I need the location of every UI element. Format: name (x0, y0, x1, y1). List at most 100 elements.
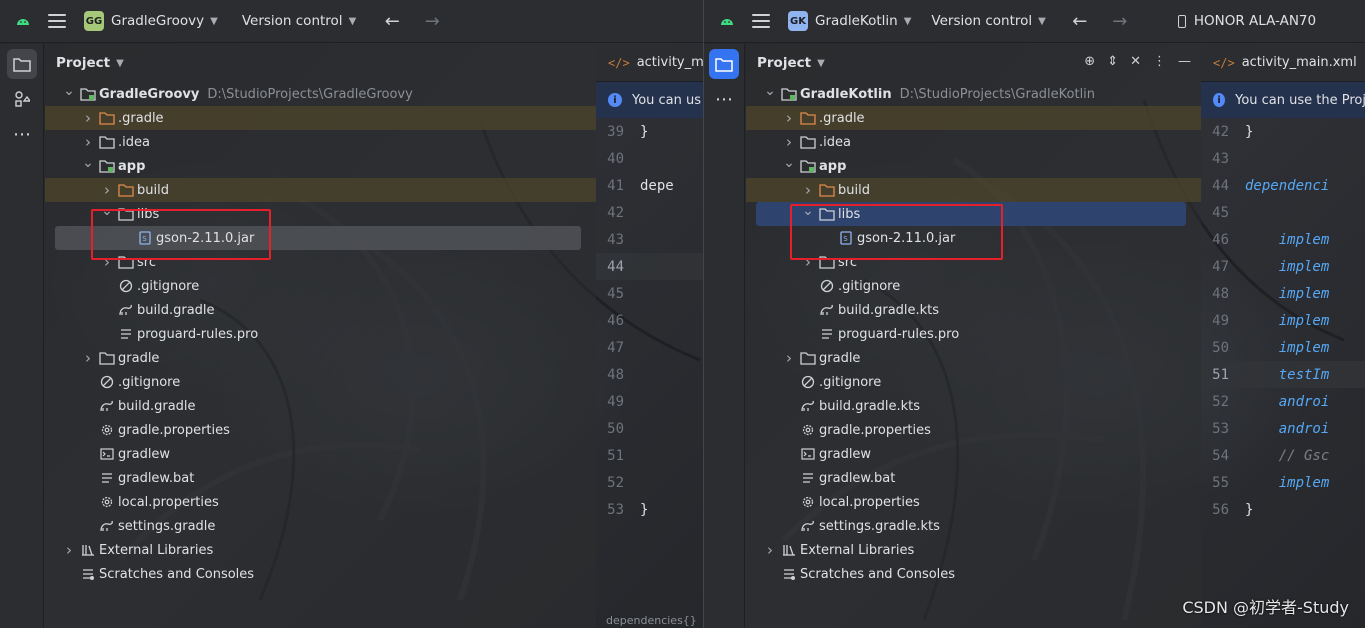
tree-item[interactable]: › gradle (45, 346, 596, 370)
project-badge-icon: GK (788, 11, 808, 31)
tree-item[interactable]: build.gradle (45, 394, 596, 418)
chevron-right-icon[interactable]: › (80, 109, 96, 127)
tree-item[interactable]: ⌄ GradleGroovy D:\StudioProjects\GradleGro… (45, 82, 596, 106)
tree-item[interactable]: › .gradle (45, 106, 596, 130)
tree-item[interactable]: ⌄ libs (45, 202, 596, 226)
tree-item[interactable]: Scratches and Consoles (45, 562, 596, 586)
tree-item[interactable]: .gitignore (45, 370, 596, 394)
main-menu-icon[interactable] (752, 14, 770, 28)
project-tool-icon[interactable] (7, 49, 37, 79)
collapse-all-icon[interactable]: ✕ (1130, 54, 1141, 69)
tree-item[interactable]: ⌄ app (45, 154, 596, 178)
project-panel-header[interactable]: Project ▼ (45, 44, 596, 82)
tree-item[interactable]: local.properties (746, 490, 1201, 514)
vcs-menu[interactable]: Version control ▼ (242, 0, 356, 43)
tree-item[interactable]: gradlew (45, 442, 596, 466)
tree-item[interactable]: gradlew.bat (746, 466, 1201, 490)
tree-item[interactable]: .gitignore (746, 274, 1201, 298)
folder-icon (800, 350, 816, 366)
project-switcher[interactable]: GG GradleGroovy ▼ (84, 0, 218, 43)
tree-item[interactable]: › src (45, 250, 596, 274)
tree-item[interactable]: local.properties (45, 490, 596, 514)
tree-item[interactable]: ⌄ GradleKotlin D:\StudioProjects\GradleKot… (746, 82, 1201, 106)
more-tools-icon[interactable]: ⋯ (7, 119, 37, 149)
tree-item[interactable]: › build (746, 178, 1201, 202)
locate-icon[interactable]: ⊕ (1084, 54, 1095, 69)
tree-item-label: build.gradle (137, 302, 215, 318)
code-line: 56} (1201, 496, 1365, 523)
jar-icon: S (137, 230, 153, 246)
tree-item[interactable]: › .idea (746, 130, 1201, 154)
chevron-down-icon[interactable]: ⌄ (762, 83, 778, 99)
tree-item-label: External Libraries (99, 542, 214, 558)
main-menu-icon[interactable] (48, 14, 66, 28)
chevron-right-icon[interactable]: › (800, 253, 816, 271)
chevron-right-icon[interactable]: › (99, 181, 115, 199)
code-line: 43 (1201, 145, 1365, 172)
tree-item[interactable]: Sgson-2.11.0.jar (55, 226, 581, 250)
chevron-down-icon[interactable]: ⌄ (781, 155, 797, 171)
tree-item[interactable]: build.gradle (45, 298, 596, 322)
project-tool-icon[interactable] (709, 49, 739, 79)
tree-item[interactable]: ⌄ libs (756, 202, 1186, 226)
tree-item[interactable]: › build (45, 178, 596, 202)
forward-arrow-icon[interactable]: → (418, 11, 446, 32)
structure-tool-icon[interactable] (7, 84, 37, 114)
chevron-down-icon[interactable]: ⌄ (80, 155, 96, 171)
project-switcher[interactable]: GK GradleKotlin ▼ (788, 0, 911, 43)
tree-item[interactable]: › External Libraries (746, 538, 1201, 562)
code-line: 54 // Gsc (1201, 442, 1365, 469)
tab-activity-main[interactable]: </> activity_mair (608, 55, 703, 70)
tree-item[interactable]: proguard-rules.pro (746, 322, 1201, 346)
tree-item[interactable]: Sgson-2.11.0.jar (746, 226, 1201, 250)
more-tools-icon[interactable]: ⋯ (709, 84, 739, 114)
code-editor[interactable]: 42} 43 44 dependenci 45 46 implem 47 implem 48 … (1201, 118, 1365, 523)
module-icon (80, 86, 96, 102)
chevron-right-icon[interactable]: › (781, 133, 797, 151)
chevron-right-icon[interactable]: › (781, 109, 797, 127)
tree-item[interactable]: settings.gradle (45, 514, 596, 538)
vcs-menu[interactable]: Version control ▼ (931, 0, 1045, 43)
tree-item[interactable]: build.gradle.kts (746, 298, 1201, 322)
tree-item[interactable]: Scratches and Consoles (746, 562, 1201, 586)
back-arrow-icon[interactable]: ← (1066, 11, 1094, 32)
tree-item[interactable]: › .idea (45, 130, 596, 154)
code-text: implem (1245, 312, 1330, 329)
options-icon[interactable]: ⋮ (1153, 54, 1166, 69)
chevron-down-icon[interactable]: ⌄ (800, 203, 816, 219)
tree-item[interactable]: build.gradle.kts (746, 394, 1201, 418)
tree-item[interactable]: › .gradle (746, 106, 1201, 130)
chevron-right-icon[interactable]: › (781, 349, 797, 367)
tree-item[interactable]: gradlew (746, 442, 1201, 466)
tree-item[interactable]: gradlew.bat (45, 466, 596, 490)
tree-item[interactable]: .gitignore (746, 370, 1201, 394)
code-text: implem (1245, 339, 1330, 356)
tree-item[interactable]: gradle.properties (746, 418, 1201, 442)
chevron-right-icon[interactable]: › (99, 253, 115, 271)
folder-icon (118, 254, 134, 270)
chevron-right-icon[interactable]: › (80, 349, 96, 367)
tree-item[interactable]: ⌄ app (746, 154, 1201, 178)
chevron-down-icon[interactable]: ⌄ (99, 203, 115, 219)
forward-arrow-icon[interactable]: → (1106, 11, 1134, 32)
hide-icon[interactable]: — (1178, 54, 1191, 69)
chevron-right-icon[interactable]: › (762, 541, 778, 559)
chevron-right-icon[interactable]: › (61, 541, 77, 559)
tab-activity-main[interactable]: </> activity_main.xml (1213, 55, 1357, 70)
tree-item[interactable]: › gradle (746, 346, 1201, 370)
code-editor[interactable]: 39} 40 41 depe 42 43 44 45 46 47 48 49 50 51 52 53} (596, 118, 703, 523)
tree-item-label: .gitignore (118, 374, 181, 390)
device-selector[interactable]: HONOR ALA-AN70 (1177, 0, 1316, 43)
tree-item[interactable]: › src (746, 250, 1201, 274)
tree-item[interactable]: proguard-rules.pro (45, 322, 596, 346)
tree-item[interactable]: settings.gradle.kts (746, 514, 1201, 538)
tree-item[interactable]: › External Libraries (45, 538, 596, 562)
chevron-right-icon[interactable]: › (800, 181, 816, 199)
tree-item[interactable]: gradle.properties (45, 418, 596, 442)
expand-all-icon[interactable]: ⇕ (1107, 54, 1118, 69)
back-arrow-icon[interactable]: ← (378, 11, 406, 32)
chevron-down-icon[interactable]: ⌄ (61, 83, 77, 99)
chevron-right-icon[interactable]: › (80, 133, 96, 151)
code-text: // Gsc (1245, 447, 1330, 464)
tree-item[interactable]: .gitignore (45, 274, 596, 298)
